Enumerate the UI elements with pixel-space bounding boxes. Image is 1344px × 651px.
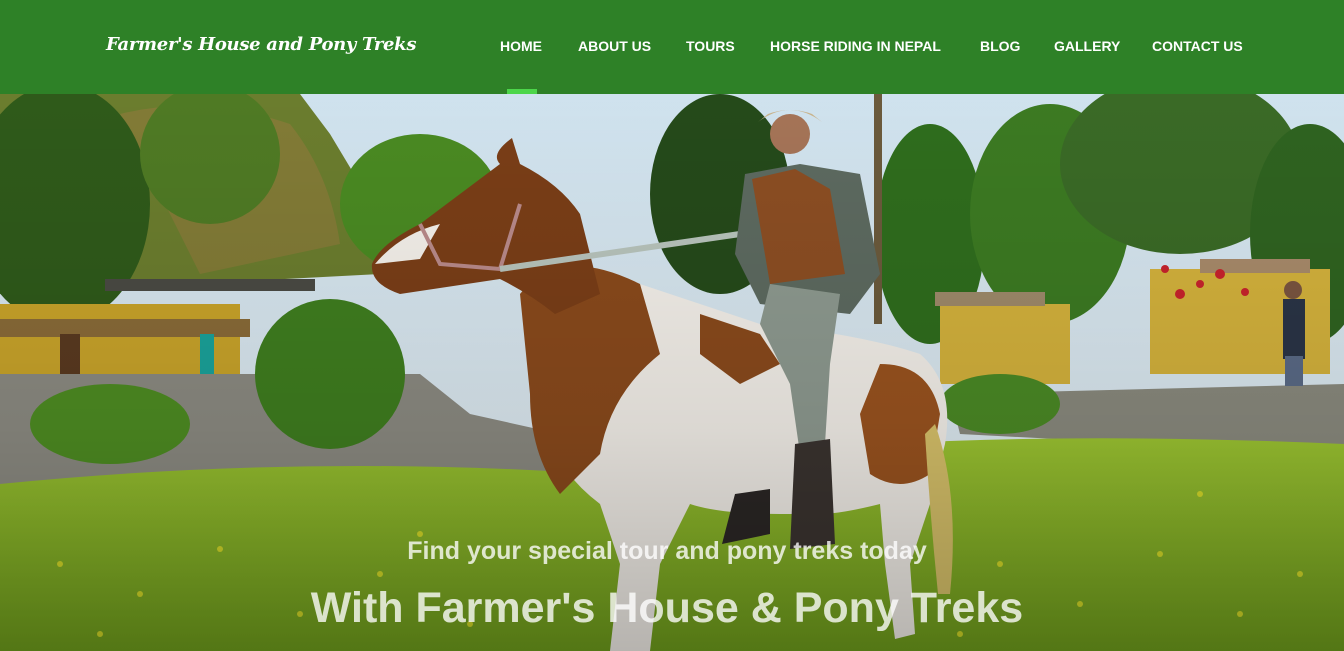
hero-photo (0, 94, 1344, 651)
active-nav-indicator (507, 89, 537, 94)
nav-item-gallery[interactable]: GALLERY (1054, 38, 1120, 56)
nav-item-tours[interactable]: TOURS (686, 38, 735, 56)
nav-item-home[interactable]: HOME (500, 38, 542, 56)
nav-item-blog[interactable]: BLOG (980, 38, 1020, 56)
nav-item-about-us[interactable]: ABOUT US (578, 38, 651, 56)
hero-subtitle: Find your special tour and pony treks to… (407, 537, 927, 565)
nav-item-horse-riding-in-nepal[interactable]: HORSE RIDING IN NEPAL (770, 38, 941, 56)
site-header: Farmer's House and Pony Treks HOME ABOUT… (0, 0, 1344, 94)
hero-banner: Find your special tour and pony treks to… (0, 94, 1344, 651)
brand-logo-link[interactable]: Farmer's House and Pony Treks (106, 34, 416, 55)
hero-title: With Farmer's House & Pony Treks (310, 584, 1024, 632)
nav-item-contact-us[interactable]: CONTACT US (1152, 38, 1243, 56)
